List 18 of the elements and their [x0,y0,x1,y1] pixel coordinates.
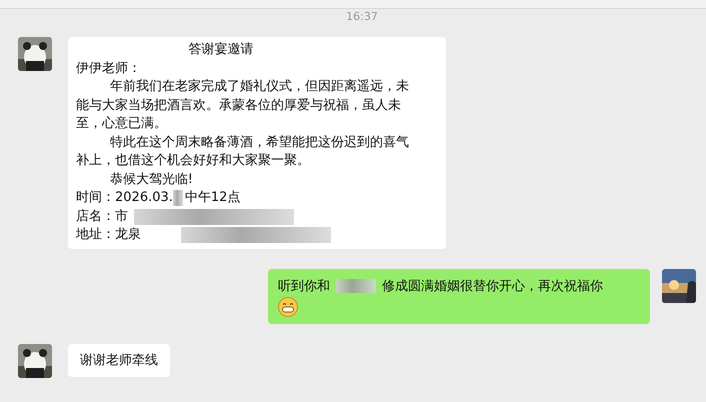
field-value: 中午12点 [184,189,240,207]
field-value: 龙泉 [115,226,141,244]
field-label: 时间： [76,189,115,207]
field-label: 地址： [76,226,115,244]
message-text: 修成圆满婚姻很替你开心，再次祝福你 [382,278,603,294]
letter-paragraph: 特此在这个周末略备薄酒，希望能把这份迟到的喜气补上，也借这个机会好好和大家聚一聚。 [76,134,410,170]
letter-paragraph: 年前我们在老家完成了婚礼仪式，但因距离遥远，未能与大家当场把酒言欢。承蒙各位的厚爱与祝福，虽人未至，心意已满。 [76,78,410,133]
letter-paragraph: 恭候大驾光临! [108,170,194,188]
message-text: 谢谢老师牵线 [80,352,158,368]
message-time: 16:37 [345,9,379,25]
blurred-area [172,190,183,206]
blurred-area [336,278,376,293]
message-text: 听到你和 [278,278,330,294]
letter-greeting: 伊伊老师： [76,60,142,78]
field-label: 店名： [76,208,115,226]
field-value: 市 [115,208,128,226]
field-value: 2026.03. [115,189,173,207]
letter-title: 答谢宴邀请 [188,41,254,59]
